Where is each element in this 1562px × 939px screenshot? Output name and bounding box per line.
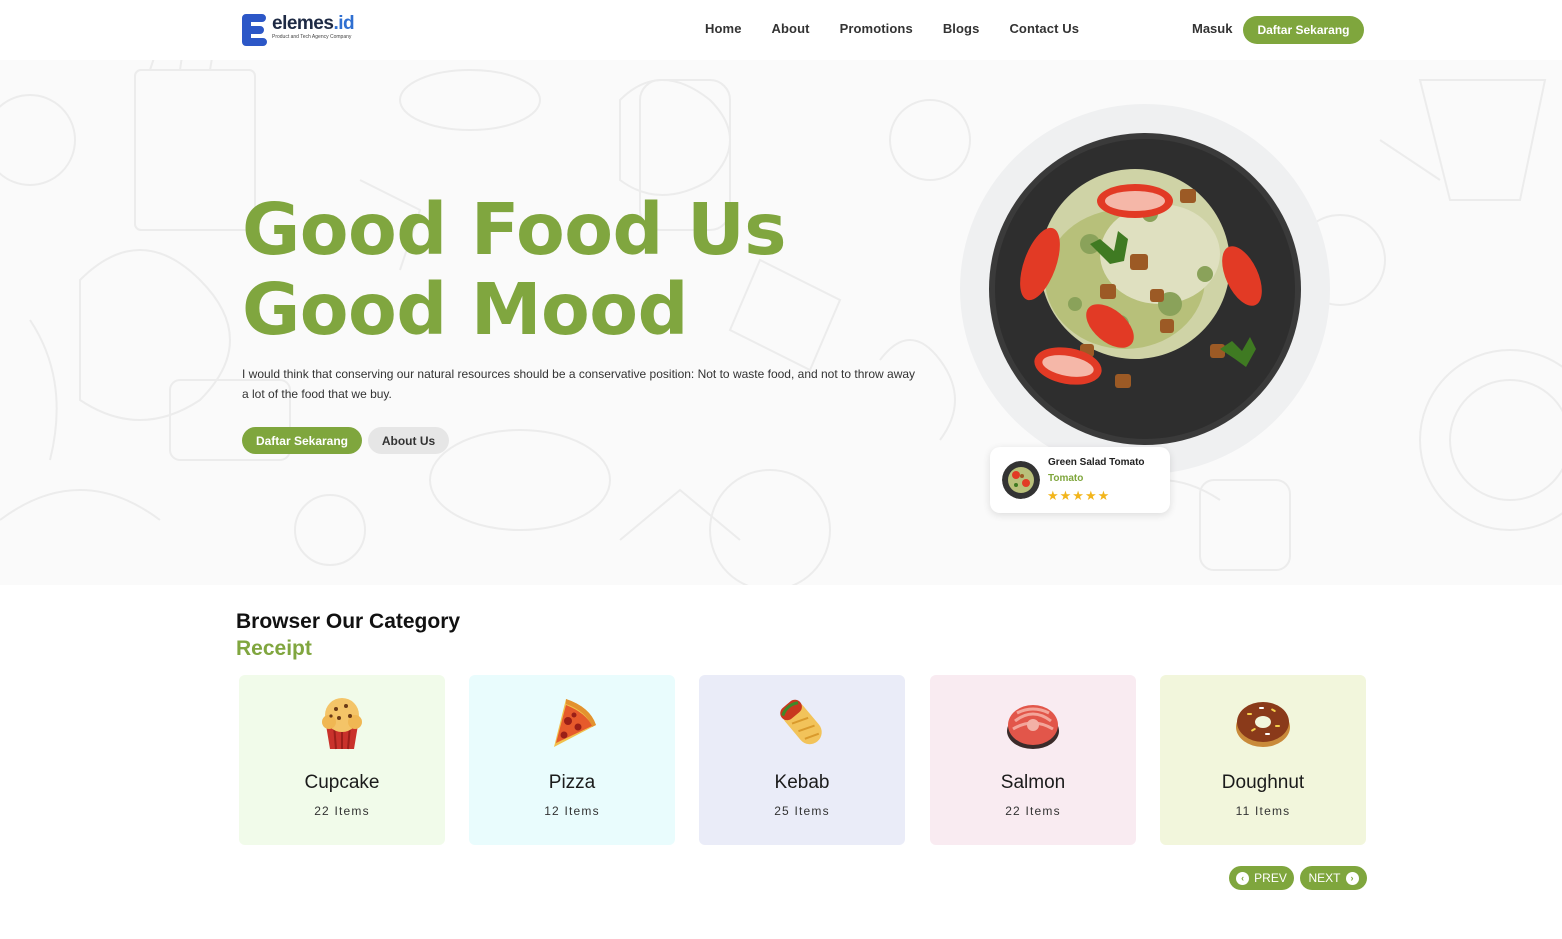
nav-home[interactable]: Home <box>705 21 742 36</box>
next-button[interactable]: NEXT › <box>1300 866 1367 890</box>
hero-title: Good Food Us Good Mood <box>242 188 787 351</box>
category-name: Pizza <box>548 772 596 793</box>
kebab-icon <box>780 699 822 745</box>
dish-subtitle: Tomato <box>1048 473 1084 484</box>
category-count: 22 Items <box>1005 804 1061 818</box>
nav-contact-us[interactable]: Contact Us <box>1009 21 1079 36</box>
site-header: elemes.id Product and Tech Agency Compan… <box>0 0 1562 60</box>
featured-dish-card[interactable]: Green Salad Tomato Tomato ★★★★★ <box>990 447 1170 513</box>
brand-text: elemes.id Product and Tech Agency Compan… <box>272 12 355 40</box>
category-section-title: Browser Our Category <box>236 610 461 633</box>
dish-thumbnail-image <box>1002 461 1040 499</box>
salmon-icon <box>1007 705 1059 749</box>
dish-thumbnail <box>1002 461 1040 499</box>
elemes-logo-icon <box>242 14 267 46</box>
category-count: 11 Items <box>1235 804 1291 818</box>
landing-page: elemes.id Product and Tech Agency Compan… <box>0 0 1562 939</box>
category-name: Cupcake <box>304 772 380 793</box>
prev-label: PREV <box>1254 871 1287 885</box>
dish-name: Green Salad Tomato <box>1048 457 1145 468</box>
hero-title-line2: Good Mood <box>242 268 688 351</box>
nav-about[interactable]: About <box>772 21 810 36</box>
main-nav: Home About Promotions Blogs Contact Us <box>705 21 1109 36</box>
login-link[interactable]: Masuk <box>1192 21 1232 36</box>
category-name: Kebab <box>774 772 830 793</box>
category-count: 12 Items <box>544 804 600 818</box>
category-card-kebab[interactable]: Kebab 25 Items <box>699 675 905 845</box>
brand-logo[interactable]: elemes.id Product and Tech Agency Compan… <box>242 12 355 46</box>
category-count: 25 Items <box>774 804 830 818</box>
nav-promotions[interactable]: Promotions <box>840 21 913 36</box>
category-name: Salmon <box>1000 772 1066 793</box>
hero-dish-image <box>960 104 1330 474</box>
chevron-right-icon: › <box>1345 871 1359 885</box>
prev-button[interactable]: ‹ PREV <box>1229 866 1294 890</box>
register-button-header[interactable]: Daftar Sekarang <box>1243 16 1364 44</box>
category-name: Doughnut <box>1221 772 1305 793</box>
about-us-button[interactable]: About Us <box>368 427 449 454</box>
nav-blogs[interactable]: Blogs <box>943 21 980 36</box>
next-label: NEXT <box>1308 871 1341 885</box>
doughnut-icon <box>1236 702 1290 747</box>
brand-tld: .id <box>333 13 355 34</box>
category-card-pizza[interactable]: Pizza 12 Items <box>469 675 675 845</box>
salad-plate-illustration <box>989 133 1301 445</box>
register-button-hero[interactable]: Daftar Sekarang <box>242 427 362 454</box>
rating-stars: ★★★★★ <box>1047 488 1111 503</box>
pizza-icon <box>554 699 596 747</box>
category-section-subtitle: Receipt <box>236 637 312 660</box>
brand-name: elemes.id <box>272 13 355 34</box>
brand-tagline: Product and Tech Agency Company <box>272 34 352 40</box>
category-card-salmon[interactable]: Salmon 22 Items <box>930 675 1136 845</box>
category-count: 22 Items <box>314 804 370 818</box>
category-card-doughnut[interactable]: Doughnut 11 Items <box>1160 675 1366 845</box>
cupcake-icon <box>322 698 362 750</box>
hero-description: I would think that conserving our natura… <box>242 367 916 401</box>
category-card-cupcake[interactable]: Cupcake 22 Items <box>239 675 445 845</box>
chevron-left-icon: ‹ <box>1236 871 1250 885</box>
hero-title-line1: Good Food Us <box>242 188 787 271</box>
